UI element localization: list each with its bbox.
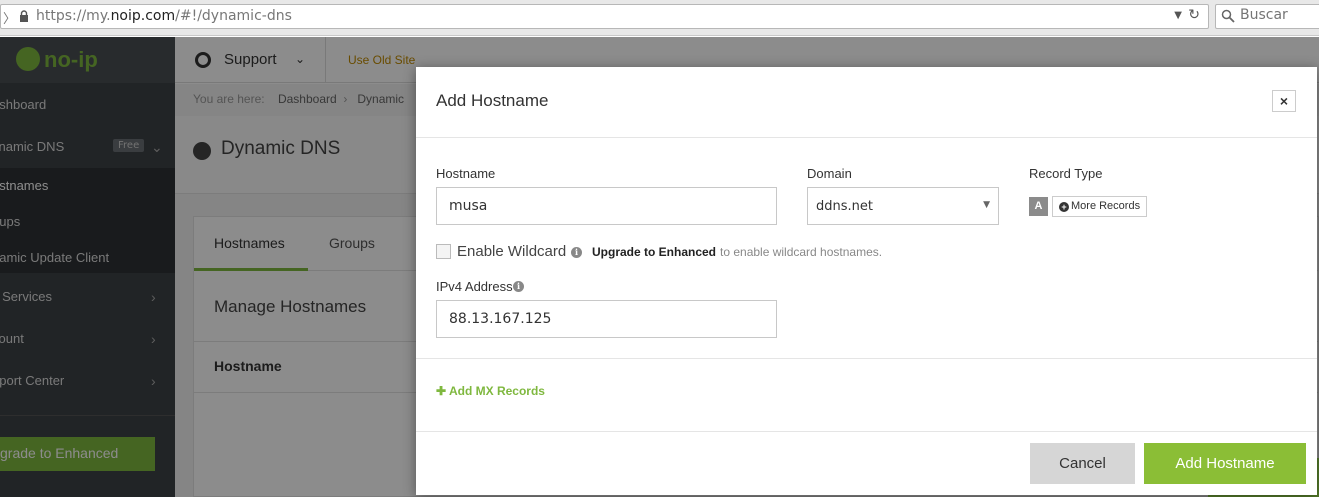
plus-circle-icon: +	[1059, 202, 1069, 212]
wildcard-label: Enable Wildcard	[457, 243, 567, 260]
hostname-label: Hostname	[436, 166, 496, 181]
ipv4-input[interactable]	[436, 300, 777, 338]
add-mx-label: Add MX Records	[448, 384, 545, 398]
reload-icon[interactable]: ↻	[1188, 7, 1200, 23]
more-records-button[interactable]: + More Records	[1052, 196, 1148, 217]
ipv4-label: IPv4 Address	[436, 279, 513, 294]
url-dropdown-icon[interactable]: ▼	[1174, 10, 1182, 21]
modal-header: Add Hostname ×	[416, 67, 1317, 138]
info-icon[interactable]: i	[571, 247, 582, 258]
more-records-label: More Records	[1071, 200, 1141, 212]
cancel-button[interactable]: Cancel	[1030, 443, 1135, 484]
divider	[416, 358, 1317, 359]
back-icon[interactable]: 〉	[3, 8, 16, 27]
modal-title: Add Hostname	[436, 91, 549, 110]
browser-search-input[interactable]	[1240, 7, 1319, 23]
hostname-input[interactable]	[436, 187, 777, 225]
add-hostname-button[interactable]: Add Hostname	[1144, 443, 1306, 484]
info-icon[interactable]: i	[513, 281, 524, 292]
upgrade-link[interactable]: Upgrade to Enhanced	[592, 245, 716, 259]
wildcard-checkbox[interactable]	[436, 244, 451, 259]
record-type-label: Record Type	[1029, 166, 1103, 181]
close-button[interactable]: ×	[1272, 90, 1296, 112]
modal-footer: Cancel Add Hostname	[416, 431, 1317, 495]
caret-down-icon: ▼	[983, 200, 990, 210]
plus-icon: ✚	[436, 384, 447, 398]
domain-select[interactable]: ddns.net ▼	[807, 187, 999, 225]
upgrade-note: to enable wildcard hostnames.	[720, 245, 883, 259]
lock-icon	[20, 10, 28, 22]
search-icon	[1221, 9, 1235, 23]
browser-toolbar: 〉 https://my.noip.com/#!/dynamic-dns ▼ ↻	[0, 0, 1319, 36]
browser-search-box[interactable]	[1215, 4, 1319, 29]
add-hostname-modal: Add Hostname × Hostname Domain ddns.net …	[416, 67, 1317, 495]
domain-selected-value: ddns.net	[816, 199, 873, 214]
url-text[interactable]: https://my.noip.com/#!/dynamic-dns	[36, 8, 292, 24]
add-mx-records-link[interactable]: ✚ Add MX Records	[436, 384, 545, 398]
domain-label: Domain	[807, 166, 852, 181]
record-type-a-badge[interactable]: A	[1029, 197, 1048, 216]
url-bar[interactable]: 〉 https://my.noip.com/#!/dynamic-dns ▼ ↻	[0, 4, 1209, 29]
